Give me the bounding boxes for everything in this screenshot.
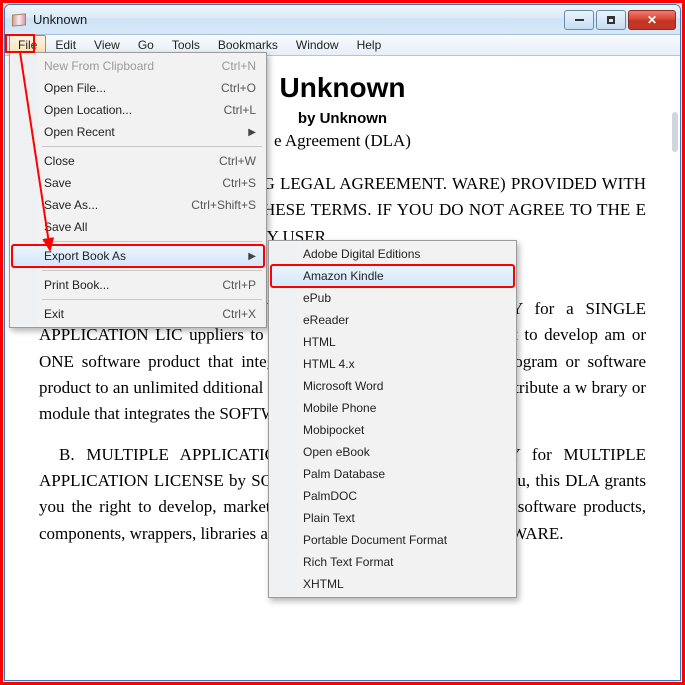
export-mobipocket[interactable]: Mobipocket [271,419,514,441]
export-pdf[interactable]: Portable Document Format [271,529,514,551]
menu-separator [42,146,262,147]
export-adobe-digital-editions[interactable]: Adobe Digital Editions [271,243,514,265]
scrollbar-thumb[interactable] [672,112,678,152]
menuitem-save[interactable]: SaveCtrl+S [12,172,264,194]
menu-help[interactable]: Help [348,35,391,55]
title-bar: Unknown ✕ [5,5,680,35]
app-icon [11,12,27,28]
export-ereader[interactable]: eReader [271,309,514,331]
menuitem-close[interactable]: CloseCtrl+W [12,150,264,172]
menu-separator [42,299,262,300]
menu-separator [42,270,262,271]
menuitem-exit[interactable]: ExitCtrl+X [12,303,264,325]
chevron-right-icon: ▶ [248,127,256,138]
close-icon: ✕ [647,13,657,27]
export-palm-database[interactable]: Palm Database [271,463,514,485]
export-amazon-kindle[interactable]: Amazon Kindle [271,265,514,287]
export-mobile-phone[interactable]: Mobile Phone [271,397,514,419]
export-plain-text[interactable]: Plain Text [271,507,514,529]
menuitem-save-all[interactable]: Save All [12,216,264,238]
export-submenu: Adobe Digital Editions Amazon Kindle ePu… [268,240,517,598]
export-open-ebook[interactable]: Open eBook [271,441,514,463]
export-html[interactable]: HTML [271,331,514,353]
menuitem-open-file[interactable]: Open File...Ctrl+O [12,77,264,99]
maximize-icon [607,16,615,24]
close-button[interactable]: ✕ [628,10,676,30]
menu-window[interactable]: Window [287,35,348,55]
export-html4x[interactable]: HTML 4.x [271,353,514,375]
export-rtf[interactable]: Rich Text Format [271,551,514,573]
file-menu-dropdown: New From ClipboardCtrl+N Open File...Ctr… [9,52,267,328]
window-title: Unknown [33,12,564,27]
chevron-right-icon: ▶ [248,251,256,262]
window-controls: ✕ [564,10,676,30]
minimize-button[interactable] [564,10,594,30]
export-xhtml[interactable]: XHTML [271,573,514,595]
export-palmdoc[interactable]: PalmDOC [271,485,514,507]
maximize-button[interactable] [596,10,626,30]
menuitem-open-location[interactable]: Open Location...Ctrl+L [12,99,264,121]
export-ms-word[interactable]: Microsoft Word [271,375,514,397]
minimize-icon [575,19,584,21]
menuitem-save-as[interactable]: Save As...Ctrl+Shift+S [12,194,264,216]
menuitem-open-recent[interactable]: Open Recent▶ [12,121,264,143]
export-epub[interactable]: ePub [271,287,514,309]
menuitem-new-from-clipboard[interactable]: New From ClipboardCtrl+N [12,55,264,77]
menu-separator [42,241,262,242]
menuitem-print-book[interactable]: Print Book...Ctrl+P [12,274,264,296]
menuitem-export-book-as[interactable]: Export Book As▶ [12,245,264,267]
